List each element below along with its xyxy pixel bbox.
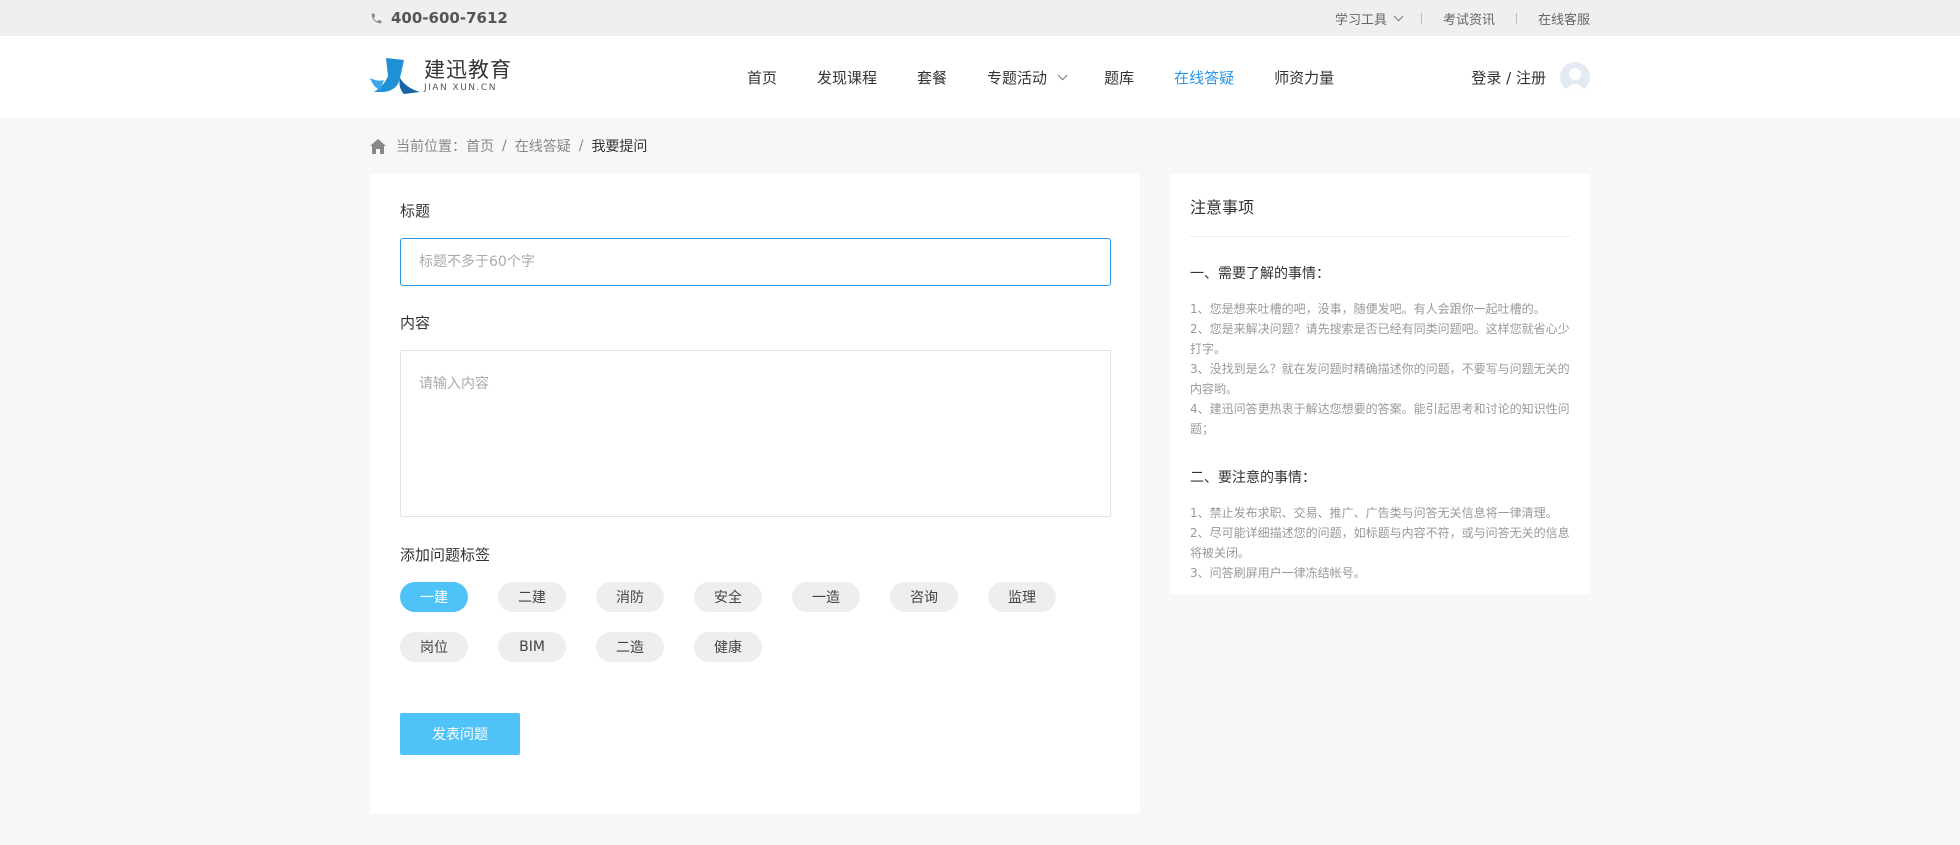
nav-packages[interactable]: 套餐 <box>917 67 947 88</box>
tag-item-bim[interactable]: BIM <box>498 632 566 662</box>
nav-question-bank[interactable]: 题库 <box>1104 67 1134 88</box>
nav-teachers[interactable]: 师资力量 <box>1274 67 1334 88</box>
notes-panel: 注意事项 一、需要了解的事情： 1、您是想来吐槽的吧，没事，随便发吧。有人会跟你… <box>1170 174 1590 594</box>
divider <box>1420 12 1422 24</box>
tag-item-jiankang[interactable]: 健康 <box>694 632 762 662</box>
top-link-exam-news[interactable]: 考试资讯 <box>1443 9 1495 28</box>
top-bar: 400-600-7612 学习工具 考试资讯 在线客服 <box>0 0 1960 36</box>
logo-mark-icon <box>370 58 420 94</box>
main-header: 建迅教育 JIAN XUN.CN 首页 发现课程 套餐 专题活动 题库 在线答疑… <box>0 36 1960 118</box>
logo-domain: JIAN XUN.CN <box>424 83 497 93</box>
divider <box>1515 12 1517 24</box>
nav-special-events-label: 专题活动 <box>987 68 1048 87</box>
content-input[interactable] <box>400 350 1111 517</box>
main-nav: 首页 发现课程 套餐 专题活动 题库 在线答疑 师资力量 <box>747 36 1374 118</box>
breadcrumb-home[interactable]: 首页 <box>466 136 494 156</box>
content-label: 内容 <box>400 314 431 332</box>
notes-item: 3、没找到是么？就在发问题时精确描述你的问题，不要写与问题无关的内容哟。 <box>1190 362 1570 396</box>
notes-section-title: 二、要注意的事情： <box>1190 470 1316 486</box>
nav-courses[interactable]: 发现课程 <box>817 67 877 88</box>
chevron-down-icon <box>1057 69 1068 80</box>
submit-question-button[interactable]: 发表问题 <box>400 713 520 755</box>
ask-question-form: 标题 内容 添加问题标签 一建 二建 消防 安全 一造 咨询 监理 岗位 BIM… <box>370 174 1140 814</box>
tag-item-erjian[interactable]: 二建 <box>498 582 566 612</box>
breadcrumb-separator: / <box>502 138 507 154</box>
nav-online-qa[interactable]: 在线答疑 <box>1174 67 1234 88</box>
title-input[interactable] <box>400 238 1111 286</box>
tag-item-zixun[interactable]: 咨询 <box>890 582 958 612</box>
hotline: 400-600-7612 <box>370 0 508 36</box>
notes-section-title: 一、需要了解的事情： <box>1190 266 1330 282</box>
breadcrumb: 当前位置： 首页 / 在线答疑 / 我要提问 <box>370 136 647 156</box>
tag-item-yizao[interactable]: 一造 <box>792 582 860 612</box>
breadcrumb-prefix: 当前位置： <box>396 139 466 155</box>
nav-home[interactable]: 首页 <box>747 67 777 88</box>
tag-item-erzao[interactable]: 二造 <box>596 632 664 662</box>
top-link-customer-service[interactable]: 在线客服 <box>1538 9 1590 28</box>
notes-title: 注意事项 <box>1190 194 1570 237</box>
notes-item: 1、您是想来吐槽的吧，没事，随便发吧。有人会跟你一起吐槽的。 <box>1190 302 1546 316</box>
chevron-down-icon <box>1393 10 1404 21</box>
notes-item: 4、建迅问答更热衷于解达您想要的答案。能引起思考和讨论的知识性问题； <box>1190 402 1570 436</box>
tag-item-yijian[interactable]: 一建 <box>400 582 468 612</box>
tags-label: 添加问题标签 <box>400 546 491 564</box>
tag-item-jianli[interactable]: 监理 <box>988 582 1056 612</box>
breadcrumb-section[interactable]: 在线答疑 <box>515 136 571 156</box>
user-icon <box>1564 68 1586 92</box>
tag-item-xiaofang[interactable]: 消防 <box>596 582 664 612</box>
notes-item: 1、禁止发布求职、交易、推广、广告类与问答无关信息将一律清理。 <box>1190 506 1558 520</box>
notes-item: 2、尽可能详细描述您的问题，如标题与内容不符，或与问答无关的信息将被关闭。 <box>1190 526 1570 560</box>
phone-number: 400-600-7612 <box>391 9 508 27</box>
breadcrumb-current: 我要提问 <box>591 139 648 155</box>
breadcrumb-separator: / <box>578 138 584 154</box>
tag-item-anquan[interactable]: 安全 <box>694 582 762 612</box>
notes-item: 3、问答刷屏用户一律冻结帐号。 <box>1190 566 1366 580</box>
avatar[interactable] <box>1560 62 1590 92</box>
tag-item-gangwei[interactable]: 岗位 <box>400 632 468 662</box>
nav-special-events[interactable]: 专题活动 <box>987 67 1068 88</box>
login-register-link[interactable]: 登录 / 注册 <box>1471 67 1546 88</box>
title-label: 标题 <box>400 202 431 220</box>
home-icon <box>370 138 386 154</box>
logo-name: 建迅教育 <box>424 58 512 82</box>
phone-icon <box>371 13 382 23</box>
logo[interactable]: 建迅教育 JIAN XUN.CN <box>370 56 512 96</box>
notes-item: 2、您是来解决问题？请先搜索是否已经有同类问题吧。这样您就省心少打字。 <box>1190 322 1570 356</box>
top-link-study-tools[interactable]: 学习工具 <box>1335 9 1387 28</box>
